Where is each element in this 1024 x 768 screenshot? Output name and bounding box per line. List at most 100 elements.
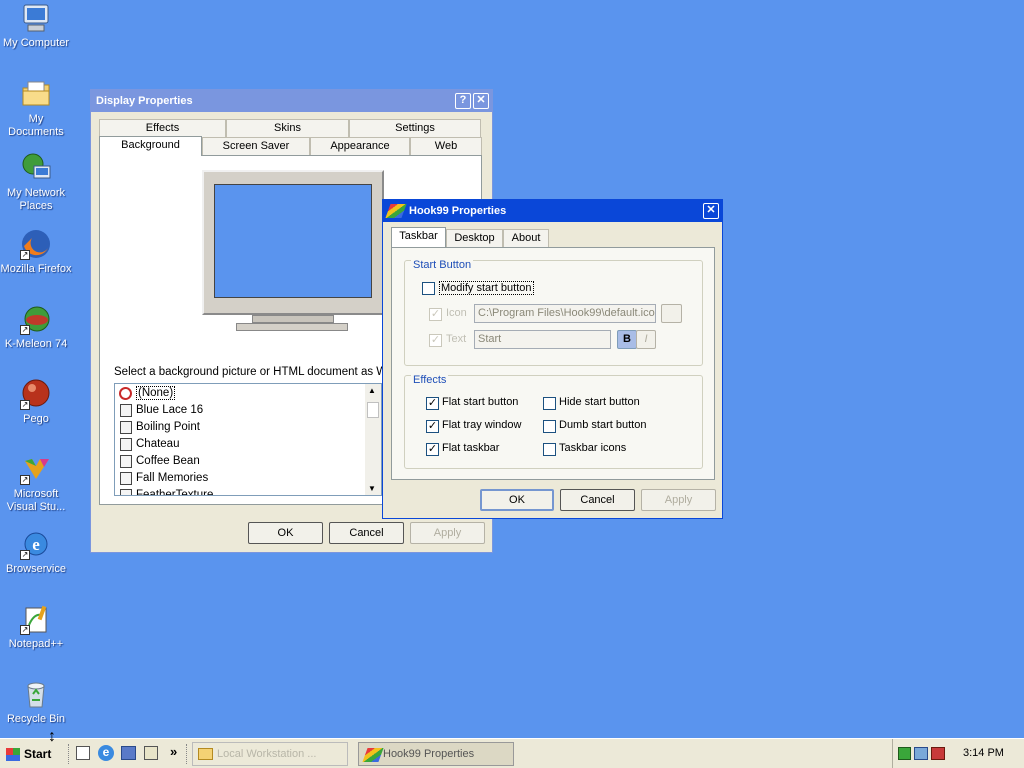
desktop-icon-my-computer[interactable]: My Computer xyxy=(0,2,72,50)
list-item[interactable]: Chateau xyxy=(117,436,367,453)
desktop-icon-pego[interactable]: ↗ Pego xyxy=(0,378,72,426)
desktop-icon-firefox[interactable]: ↗ Mozilla Firefox xyxy=(0,228,72,276)
shortcut-arrow-icon: ↗ xyxy=(20,625,30,635)
shortcut-arrow-icon: ↗ xyxy=(20,325,30,335)
tab-settings[interactable]: Settings xyxy=(349,119,481,137)
desktop-icon-label: Notepad++ xyxy=(8,638,64,650)
show-desktop-icon[interactable] xyxy=(76,746,90,760)
visual-studio-icon: ↗ xyxy=(20,453,52,485)
list-item[interactable]: Boiling Point xyxy=(117,419,367,436)
browse-icon-button[interactable] xyxy=(661,304,682,323)
desktop-icon-notepadpp[interactable]: ↗ Notepad++ xyxy=(0,603,72,651)
quicklaunch-more-icon[interactable]: » xyxy=(170,744,177,759)
help-icon[interactable]: ? xyxy=(455,93,471,109)
close-icon[interactable]: ✕ xyxy=(473,93,489,109)
task-button-hook99[interactable]: Hook99 Properties xyxy=(358,742,514,766)
image-file-icon xyxy=(120,438,132,451)
tab-desktop[interactable]: Desktop xyxy=(446,229,503,247)
flat-start-button-label: Flat start button xyxy=(442,396,519,408)
list-item[interactable]: Blue Lace 16 xyxy=(117,402,367,419)
list-item[interactable]: FeatherTexture xyxy=(117,487,367,495)
scroll-up-arrow-icon[interactable]: ▲ xyxy=(368,386,376,395)
text-checkbox[interactable]: ✓ xyxy=(429,334,442,347)
flat-taskbar-label: Flat taskbar xyxy=(442,442,500,454)
apply-button[interactable]: Apply xyxy=(641,489,716,511)
close-icon[interactable]: ✕ xyxy=(703,203,719,219)
wallpaper-list[interactable]: (None) Blue Lace 16 Boiling Point Chateau Co… xyxy=(114,383,382,496)
wallpaper-select-label: Select a background picture or HTML docu… xyxy=(114,366,399,378)
computer-icon xyxy=(20,2,52,34)
ie-quicklaunch-icon[interactable]: e xyxy=(98,745,114,761)
ok-button[interactable]: OK xyxy=(480,489,554,511)
tray-app-icon[interactable] xyxy=(898,747,911,760)
scroll-down-arrow-icon[interactable]: ▼ xyxy=(368,484,376,493)
desktop-icon-recycle-bin[interactable]: Recycle Bin xyxy=(0,678,72,726)
hook99-app-icon xyxy=(362,748,384,762)
window-title: Hook99 Properties xyxy=(409,205,507,217)
desktop-icon-my-documents[interactable]: My Documents xyxy=(0,78,72,139)
image-file-icon xyxy=(120,455,132,468)
tab-screen-saver[interactable]: Screen Saver xyxy=(202,137,310,155)
ok-button[interactable]: OK xyxy=(248,522,323,544)
tab-background[interactable]: Background xyxy=(99,136,202,156)
security-tray-icon[interactable] xyxy=(931,747,945,760)
display-properties-titlebar[interactable]: Display Properties ? ✕ xyxy=(91,90,492,112)
effects-group: Effects ✓ Flat start button Hide start b… xyxy=(404,374,703,469)
cancel-button[interactable]: Cancel xyxy=(560,489,635,511)
cancel-button[interactable]: Cancel xyxy=(329,522,404,544)
italic-toggle-button[interactable]: I xyxy=(636,330,656,349)
svg-text:e: e xyxy=(32,535,40,554)
notepad-icon: ↗ xyxy=(20,603,52,635)
list-item-label: Blue Lace 16 xyxy=(136,404,204,416)
desktop-icon-label: My Computer xyxy=(2,37,70,49)
search-quicklaunch-icon[interactable] xyxy=(144,746,158,760)
tab-appearance[interactable]: Appearance xyxy=(310,137,410,155)
flat-taskbar-checkbox[interactable]: ✓ xyxy=(426,443,439,456)
hide-start-button-checkbox[interactable] xyxy=(543,397,556,410)
list-item-label: Fall Memories xyxy=(136,472,209,484)
modify-start-button-label: Modify start button xyxy=(439,281,534,295)
tab-skins[interactable]: Skins xyxy=(226,119,349,137)
desktop-icon-label: Microsoft Visual Stu... xyxy=(6,488,66,513)
start-label: Start xyxy=(24,747,52,761)
tab-effects[interactable]: Effects xyxy=(99,119,226,137)
tab-taskbar[interactable]: Taskbar xyxy=(391,227,446,247)
flat-start-button-checkbox[interactable]: ✓ xyxy=(426,397,439,410)
desktop-icon-kmeleon[interactable]: ↗ K-Meleon 74 xyxy=(0,303,72,351)
list-item[interactable]: Fall Memories xyxy=(117,470,367,487)
image-file-icon xyxy=(120,489,132,495)
desktop-icon-label: K-Meleon 74 xyxy=(4,338,68,350)
network-tray-icon[interactable] xyxy=(914,747,928,760)
list-item-label: Chateau xyxy=(136,438,180,450)
start-text-field[interactable]: Start xyxy=(474,330,611,349)
icon-path-field[interactable]: C:\Program Files\Hook99\default.ico xyxy=(474,304,656,323)
desktop-icon-visual-studio[interactable]: ↗ Microsoft Visual Stu... xyxy=(0,453,72,514)
flat-tray-window-label: Flat tray window xyxy=(442,419,522,431)
icon-label: Icon xyxy=(446,307,467,319)
desktop-icon-network[interactable]: My Network Places xyxy=(0,152,72,213)
list-item[interactable]: (None) xyxy=(117,385,367,402)
tab-web[interactable]: Web xyxy=(410,137,482,155)
list-item[interactable]: Coffee Bean xyxy=(117,453,367,470)
apply-button[interactable]: Apply xyxy=(410,522,485,544)
taskbar-tab-page: Start Button Modify start button ✓ Icon … xyxy=(391,247,715,480)
start-button[interactable]: Start xyxy=(2,743,58,765)
desktop-icon-browservice[interactable]: e ↗ Browservice xyxy=(0,528,72,576)
dumb-start-button-checkbox[interactable] xyxy=(543,420,556,433)
desktop-icon-label: My Network Places xyxy=(6,187,66,212)
shortcut-arrow-icon: ↗ xyxy=(20,550,30,560)
modify-start-button-checkbox[interactable] xyxy=(422,282,435,295)
outlook-quicklaunch-icon[interactable] xyxy=(121,746,136,760)
bold-toggle-button[interactable]: B xyxy=(617,330,637,349)
list-scrollbar[interactable]: ▲ ▼ xyxy=(365,384,381,495)
clock[interactable]: 3:14 PM xyxy=(963,747,1004,759)
task-button-local-workstation[interactable]: Local Workstation ... xyxy=(192,742,348,766)
monitor-base xyxy=(236,323,348,331)
taskbar-icons-checkbox[interactable] xyxy=(543,443,556,456)
scroll-thumb[interactable] xyxy=(367,402,379,418)
hook99-titlebar[interactable]: Hook99 Properties ✕ xyxy=(383,200,722,222)
network-icon xyxy=(20,152,52,184)
icon-checkbox[interactable]: ✓ xyxy=(429,308,442,321)
tab-about[interactable]: About xyxy=(503,229,549,247)
flat-tray-window-checkbox[interactable]: ✓ xyxy=(426,420,439,433)
